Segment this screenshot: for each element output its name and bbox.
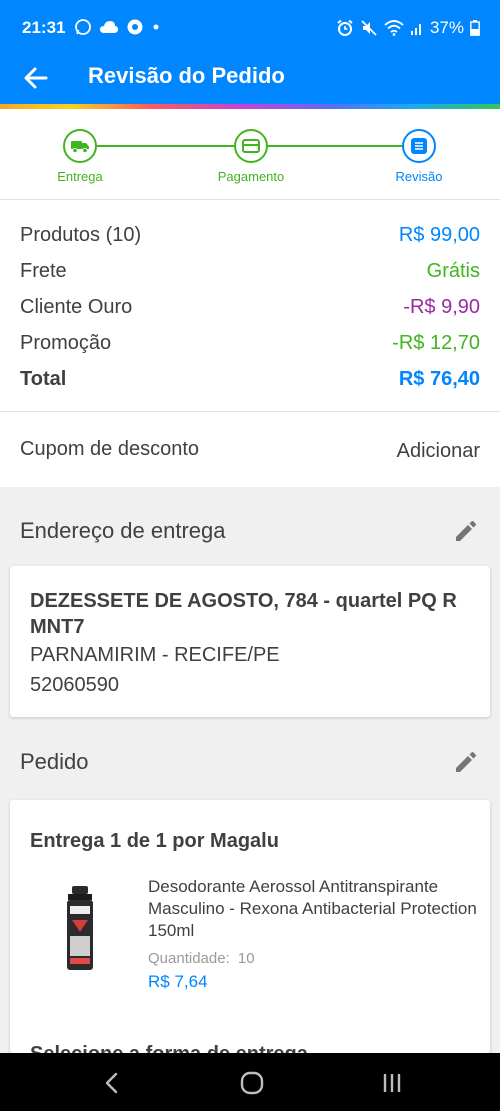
step-circle-pagamento: [234, 129, 268, 163]
step-entrega[interactable]: Entrega: [30, 129, 130, 184]
summary-row-total: Total R$ 76,40: [20, 365, 480, 393]
summary-row-products: Produtos (10) R$ 99,00: [20, 221, 480, 249]
page-title: Revisão do Pedido: [88, 63, 285, 88]
step-label-revisao: Revisão: [395, 169, 443, 184]
battery-icon: [470, 20, 480, 36]
promo-value: -R$ 12,70: [392, 331, 480, 354]
summary-row-shipping: Frete Grátis: [20, 257, 480, 285]
app-bar: Revisão do Pedido: [0, 54, 500, 104]
battery-percent: 37%: [429, 18, 464, 37]
nav-home-icon[interactable]: [239, 1070, 265, 1096]
alarm-icon: [337, 19, 353, 36]
pencil-icon[interactable]: [452, 748, 480, 776]
dot-icon: [153, 24, 159, 30]
address-city: PARNAMIRIM - RECIFE/PE: [30, 644, 280, 666]
address-street: DEZESSETE DE AGOSTO, 784 - quartel PQ R …: [30, 590, 457, 638]
address-section-title: Endereço de entrega: [20, 518, 226, 543]
wifi-icon: [384, 20, 404, 36]
address-card[interactable]: DEZESSETE DE AGOSTO, 784 - quartel PQ R …: [10, 566, 490, 717]
step-circle-revisao: [402, 129, 436, 163]
shipping-value: Grátis: [426, 259, 480, 282]
order-card: Entrega 1 de 1 por Magalu Desodorante Ae…: [10, 800, 490, 1053]
checkout-stepper: Entrega Pagamento Revisão: [0, 109, 500, 200]
total-value: R$ 76,40: [398, 367, 480, 390]
signal-icon: [410, 24, 421, 35]
products-label: Produtos (10): [20, 223, 142, 246]
step-pagamento[interactable]: Pagamento: [201, 129, 301, 184]
summary-row-gold: Cliente Ouro -R$ 9,90: [20, 293, 480, 321]
system-icons: 37%: [336, 18, 480, 38]
summary-row-promo: Promoção -R$ 12,70: [20, 329, 480, 357]
product-quantity: Quantidade: 10: [148, 950, 255, 967]
list-icon: [411, 138, 427, 154]
truck-icon: [71, 141, 89, 153]
cloud-icon: [100, 21, 118, 33]
pencil-icon[interactable]: [452, 517, 480, 545]
delivery-method-title: Selecione a forma de entrega: [30, 1043, 308, 1053]
quantity-value: 10: [237, 950, 255, 967]
quantity-label: Quantidade:: [148, 950, 230, 967]
step-label-pagamento: Pagamento: [217, 169, 285, 184]
card-icon: [242, 139, 260, 153]
mute-icon: [361, 20, 377, 36]
status-time: 21:31: [22, 18, 66, 37]
gold-value: -R$ 9,90: [403, 295, 480, 318]
status-bar: 21:31 37%: [0, 0, 500, 54]
total-label: Total: [20, 367, 67, 390]
coupon-add-button[interactable]: Adicionar: [397, 440, 480, 463]
product-image[interactable]: [50, 884, 110, 974]
products-value: R$ 99,00: [398, 223, 480, 246]
gold-label: Cliente Ouro: [20, 295, 133, 318]
step-circle-entrega: [63, 129, 97, 163]
product-name[interactable]: Desodorante Aerossol Antitranspirante Ma…: [148, 876, 478, 942]
coupon-label: Cupom de desconto: [20, 438, 200, 460]
arrow-left-icon[interactable]: [20, 62, 52, 94]
system-nav-bar: [0, 1053, 500, 1111]
nav-recents-icon[interactable]: [379, 1070, 405, 1096]
order-section-title: Pedido: [20, 749, 89, 774]
promo-label: Promoção: [20, 331, 112, 354]
nav-back-icon[interactable]: [99, 1070, 125, 1096]
coupon-row[interactable]: Cupom de desconto Adicionar: [0, 412, 500, 487]
order-summary: Produtos (10) R$ 99,00 Frete Grátis Clie…: [0, 200, 500, 412]
whatsapp-icon: [75, 19, 91, 35]
notification-icons: [74, 18, 161, 36]
product-price: R$ 7,64: [148, 972, 208, 991]
address-zip: 52060590: [30, 674, 119, 696]
shipping-label: Frete: [20, 259, 67, 282]
chrome-icon: [127, 19, 143, 35]
step-revisao[interactable]: Revisão: [369, 129, 469, 184]
delivery-title: Entrega 1 de 1 por Magalu: [30, 830, 279, 852]
step-label-entrega: Entrega: [57, 169, 103, 184]
